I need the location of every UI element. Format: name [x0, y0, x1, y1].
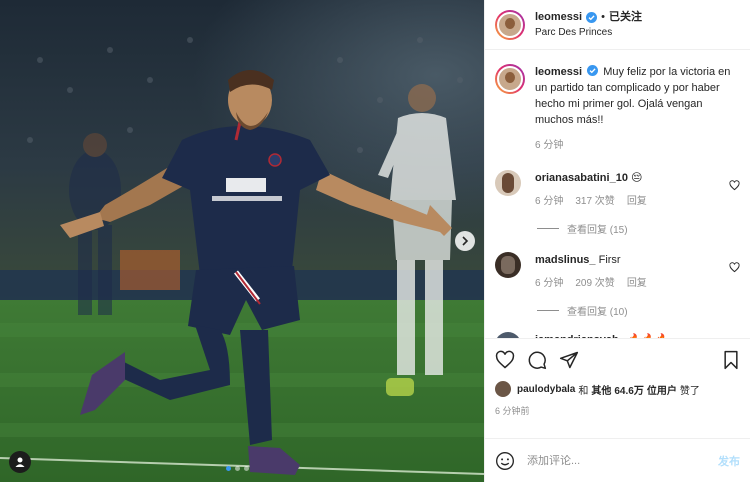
caption-timestamp: 6 分钟 [535, 140, 564, 151]
post-actions: paulodybala 和 其他 64.6万 位用户 赞了 6 分钟前 [485, 338, 750, 438]
view-replies-label: 查看回复 (15) [567, 225, 628, 236]
user-tag-icon [15, 457, 25, 467]
commenter-username[interactable]: orianasabatini_10 [535, 172, 628, 184]
post-media[interactable] [0, 0, 484, 482]
replies-divider [537, 228, 559, 229]
bookmark-icon[interactable] [722, 350, 740, 370]
author-avatar[interactable] [495, 9, 525, 40]
comment-like-count[interactable]: 317 次赞 [575, 192, 614, 207]
add-comment-bar: 发布 [485, 438, 750, 482]
author-username[interactable]: leomessi [535, 10, 582, 25]
likes-and: 和 [578, 385, 589, 397]
comment-like-heart-icon[interactable] [729, 180, 740, 191]
commenter-username[interactable]: madslinus_ [535, 254, 596, 266]
user-tags-button[interactable] [9, 451, 31, 473]
likes-summary[interactable]: paulodybala 和 其他 64.6万 位用户 赞了 [495, 381, 740, 397]
comment-item: iamandriansyah 🔥🔥🔥 [495, 332, 740, 338]
post-photo [0, 0, 484, 482]
likes-suffix[interactable]: 位用户 [647, 382, 677, 397]
reply-button[interactable]: 回复 [627, 192, 647, 207]
caption-author-avatar[interactable] [495, 64, 525, 94]
comment-like-count[interactable]: 209 次赞 [575, 274, 614, 289]
comment-item: madslinus_ Firsr 6 分钟 209 次赞 回复 查看回复 (10… [495, 252, 740, 318]
post-side-panel: leomessi • 已关注 Parc Des Princes leomessi [484, 0, 750, 482]
chevron-right-icon [462, 236, 469, 246]
commenter-avatar[interactable] [495, 332, 521, 338]
comment-text: 😔 [631, 172, 643, 184]
carousel-dot [244, 466, 249, 471]
comment-icon[interactable] [527, 350, 547, 370]
likes-count[interactable]: 64.6万 [614, 382, 643, 397]
send-icon[interactable] [559, 350, 579, 370]
comment-input[interactable] [527, 454, 718, 467]
post-caption: leomessi Muy feliz por la victoria en un… [495, 64, 740, 154]
verified-badge-icon [587, 65, 599, 76]
view-replies-label: 查看回复 (10) [567, 307, 628, 318]
likes-liked: 赞了 [679, 385, 700, 397]
liker-avatar [495, 381, 511, 397]
header-separator: • [601, 10, 605, 23]
instagram-post: leomessi • 已关注 Parc Des Princes leomessi [0, 0, 750, 482]
comment-like-heart-icon[interactable] [729, 262, 740, 273]
post-timestamp[interactable]: 6 分钟前 [495, 404, 740, 417]
publish-button[interactable]: 发布 [718, 453, 740, 469]
commenter-username[interactable]: iamandriansyah [535, 334, 619, 338]
post-header: leomessi • 已关注 Parc Des Princes [485, 0, 750, 50]
comment-text: 🔥🔥🔥 [628, 334, 669, 338]
comment-text: Firsr [598, 254, 621, 266]
comment-item: orianasabatini_10 😔 6 分钟 317 次赞 回复 查看回复 … [495, 170, 740, 236]
view-replies-button[interactable]: 查看回复 (10) [537, 303, 725, 318]
view-replies-button[interactable]: 查看回复 (15) [537, 221, 725, 236]
carousel-indicator [226, 466, 249, 471]
caption-username[interactable]: leomessi [535, 66, 582, 78]
next-slide-button[interactable] [455, 231, 475, 251]
emoji-icon[interactable] [495, 451, 515, 471]
heart-icon[interactable] [495, 350, 515, 370]
reply-button[interactable]: 回复 [627, 274, 647, 289]
comment-timestamp[interactable]: 6 分钟 [535, 274, 563, 289]
replies-divider [537, 310, 559, 311]
commenter-avatar[interactable] [495, 252, 521, 278]
liker-username[interactable]: paulodybala [517, 384, 575, 395]
comments-list[interactable]: leomessi Muy feliz por la victoria en un… [485, 50, 750, 338]
post-location[interactable]: Parc Des Princes [535, 25, 642, 40]
likes-others-label[interactable]: 其他 [591, 382, 611, 397]
carousel-dot [235, 466, 240, 471]
follow-status-button[interactable]: 已关注 [609, 10, 642, 25]
carousel-dot-active [226, 466, 231, 471]
verified-badge-icon [586, 11, 598, 23]
comment-timestamp[interactable]: 6 分钟 [535, 192, 563, 207]
commenter-avatar[interactable] [495, 170, 521, 196]
